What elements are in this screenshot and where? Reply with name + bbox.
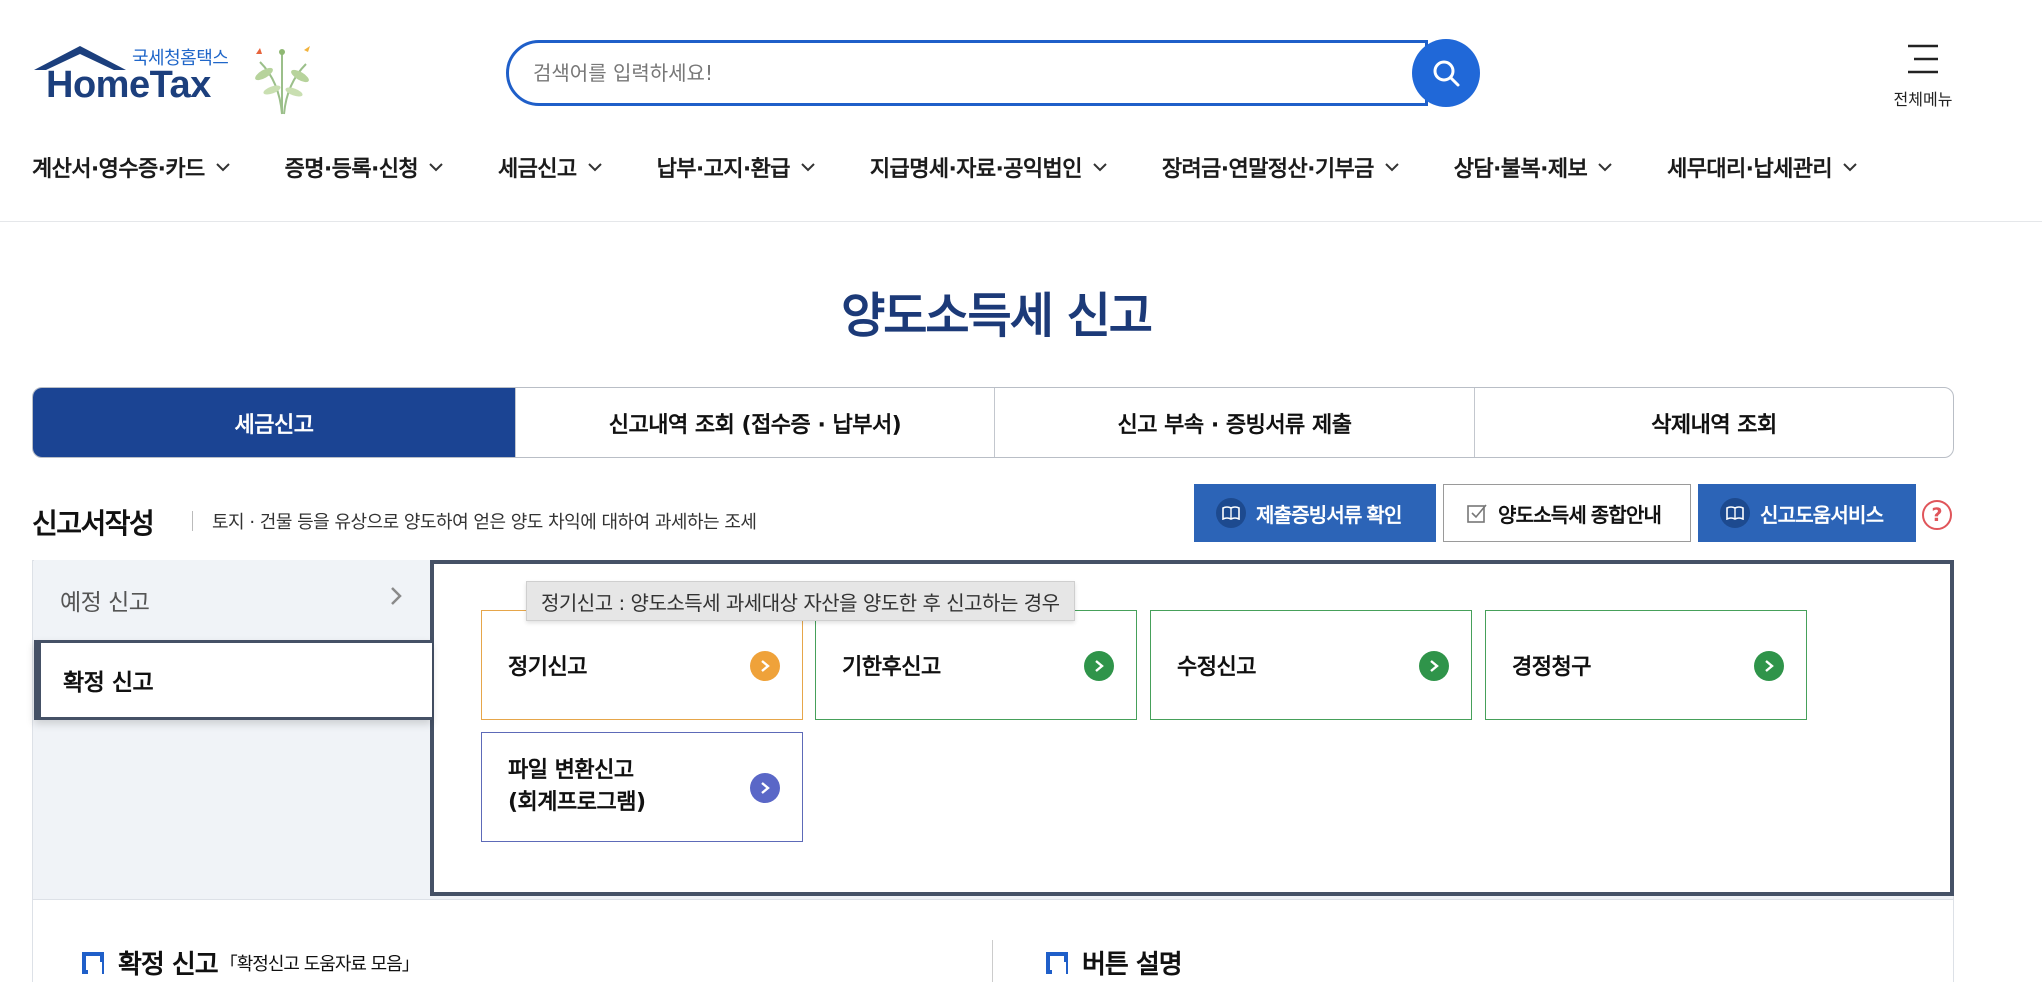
final-report-help-heading: 확정 신고 「확정신고 도움자료 모음」 bbox=[82, 944, 420, 981]
card-correction-claim[interactable]: 경정청구 bbox=[1485, 610, 1807, 720]
help-service-label: 신고도움서비스 bbox=[1760, 504, 1884, 527]
tab-history[interactable]: 신고내역 조회 (접수증 · 납부서) bbox=[515, 388, 994, 457]
search-button[interactable] bbox=[1412, 39, 1480, 107]
card-file-conversion[interactable]: 파일 변환신고 (회계프로그램) bbox=[481, 732, 803, 842]
square-bullet-icon bbox=[1046, 951, 1068, 974]
card-label: 파일 변환신고 (회계프로그램) bbox=[508, 755, 646, 819]
all-menu-label: 전체메뉴 bbox=[1893, 90, 1953, 109]
chevron-down-icon bbox=[1597, 162, 1613, 172]
arrow-right-icon bbox=[1754, 651, 1784, 681]
section-description: 토지 · 건물 등을 유상으로 양도하여 얻은 양도 차익에 대하여 과세하는 … bbox=[212, 512, 757, 533]
gnb-item-payment-statement[interactable]: 지급명세·자료·공익법인 bbox=[870, 150, 1108, 184]
logo-text: HomeTax bbox=[46, 64, 211, 106]
search-bar bbox=[506, 39, 1480, 107]
button-guide-title: 버튼 설명 bbox=[1082, 950, 1183, 980]
search-input[interactable] bbox=[506, 40, 1428, 106]
button-guide-heading: 버튼 설명 bbox=[1046, 944, 1183, 981]
gnb-item-payment[interactable]: 납부·고지·환급 bbox=[657, 150, 816, 184]
chevron-down-icon bbox=[1842, 162, 1858, 172]
book-icon bbox=[1720, 498, 1750, 528]
card-label: 기한후신고 bbox=[842, 655, 941, 680]
guide-label: 양도소득세 종합안내 bbox=[1498, 504, 1662, 527]
left-menu-final[interactable]: 확정 신고 bbox=[34, 640, 432, 720]
gnb-item-certificate[interactable]: 증명·등록·신청 bbox=[285, 150, 444, 184]
chevron-down-icon bbox=[1092, 162, 1108, 172]
gnb-item-tax-return[interactable]: 세금신고 bbox=[498, 150, 603, 184]
gnb-item-incentive[interactable]: 장려금·연말정산·기부금 bbox=[1162, 150, 1400, 184]
site-header: 국세청홈택스 HomeTax 전체메뉴 bbox=[0, 0, 2042, 222]
left-menu-label: 확정 신고 bbox=[63, 670, 154, 696]
arrow-right-icon bbox=[1419, 651, 1449, 681]
final-report-help-title: 확정 신고 bbox=[118, 950, 219, 980]
gnb-item-label: 세무대리·납세관리 bbox=[1667, 157, 1833, 182]
tab-attachments[interactable]: 신고 부속 · 증빙서류 제출 bbox=[994, 388, 1474, 457]
chevron-down-icon bbox=[800, 162, 816, 172]
bottom-divider bbox=[992, 940, 993, 982]
gnb-item-label: 상담·불복·제보 bbox=[1453, 157, 1588, 182]
chevron-down-icon bbox=[1384, 162, 1400, 172]
gnb-item-consult[interactable]: 상담·불복·제보 bbox=[1454, 150, 1613, 184]
help-question-icon[interactable]: ? bbox=[1922, 500, 1952, 530]
gnb-item-label: 장려금·연말정산·기부금 bbox=[1161, 157, 1375, 182]
chevron-down-icon bbox=[587, 162, 603, 172]
tab-deleted[interactable]: 삭제내역 조회 bbox=[1474, 388, 1953, 457]
card-late-report[interactable]: 기한후신고 bbox=[815, 610, 1137, 720]
arrow-right-icon bbox=[750, 773, 780, 803]
section-divider bbox=[192, 511, 193, 531]
gnb-item-label: 세금신고 bbox=[498, 157, 577, 182]
proof-docs-button[interactable]: 제출증빙서류 확인 bbox=[1194, 484, 1436, 542]
final-report-help-sub: 「확정신고 도움자료 모음」 bbox=[219, 953, 420, 975]
tooltip-regular-report: 정기신고 : 양도소득세 과세대상 자산을 양도한 후 신고하는 경우 bbox=[526, 581, 1075, 621]
chevron-right-icon bbox=[391, 587, 402, 605]
card-regular-report[interactable]: 정기신고 bbox=[481, 610, 803, 720]
chevron-down-icon bbox=[215, 162, 231, 172]
gnb-item-label: 납부·고지·환급 bbox=[656, 157, 791, 182]
arrow-right-icon bbox=[1084, 651, 1114, 681]
hometax-logo[interactable]: 국세청홈택스 HomeTax bbox=[32, 40, 322, 116]
plant-deco-icon bbox=[255, 46, 310, 115]
section-title: 신고서작성 bbox=[32, 507, 155, 540]
guide-button[interactable]: 양도소득세 종합안내 bbox=[1443, 484, 1691, 542]
book-icon bbox=[1216, 498, 1246, 528]
global-nav: 계산서·영수증·카드 증명·등록·신청 세금신고 납부·고지·환급 지급명세·자… bbox=[32, 150, 1858, 184]
proof-docs-label: 제출증빙서류 확인 bbox=[1256, 504, 1402, 527]
card-label: 정기신고 bbox=[508, 655, 587, 680]
left-menu-label: 예정 신고 bbox=[60, 590, 150, 616]
gnb-item-label: 계산서·영수증·카드 bbox=[32, 157, 205, 182]
tab-bar: 세금신고 신고내역 조회 (접수증 · 납부서) 신고 부속 · 증빙서류 제출… bbox=[32, 387, 1954, 458]
left-menu-preliminary[interactable]: 예정 신고 bbox=[34, 560, 432, 640]
hamburger-icon bbox=[1908, 44, 1938, 74]
arrow-right-icon bbox=[750, 651, 780, 681]
tab-tax-return[interactable]: 세금신고 bbox=[33, 388, 515, 457]
all-menu-button[interactable]: 전체메뉴 bbox=[1886, 40, 1960, 110]
card-amended-report[interactable]: 수정신고 bbox=[1150, 610, 1472, 720]
card-label: 경정청구 bbox=[1512, 655, 1591, 680]
chevron-down-icon bbox=[428, 162, 444, 172]
help-service-button[interactable]: 신고도움서비스 bbox=[1698, 484, 1916, 542]
gnb-item-tax-agent[interactable]: 세무대리·납세관리 bbox=[1667, 150, 1858, 184]
card-label-line2: (회계프로그램) bbox=[508, 790, 646, 815]
card-label-line1: 파일 변환신고 bbox=[508, 758, 634, 783]
search-icon bbox=[1433, 60, 1460, 87]
gnb-item-invoice[interactable]: 계산서·영수증·카드 bbox=[32, 150, 231, 184]
gnb-item-label: 지급명세·자료·공익법인 bbox=[869, 157, 1083, 182]
square-bullet-icon bbox=[82, 951, 104, 974]
gnb-item-label: 증명·등록·신청 bbox=[284, 157, 419, 182]
checkbox-icon bbox=[1467, 504, 1487, 523]
card-label: 수정신고 bbox=[1177, 655, 1256, 680]
page-title: 양도소득세 신고 bbox=[841, 288, 1153, 344]
